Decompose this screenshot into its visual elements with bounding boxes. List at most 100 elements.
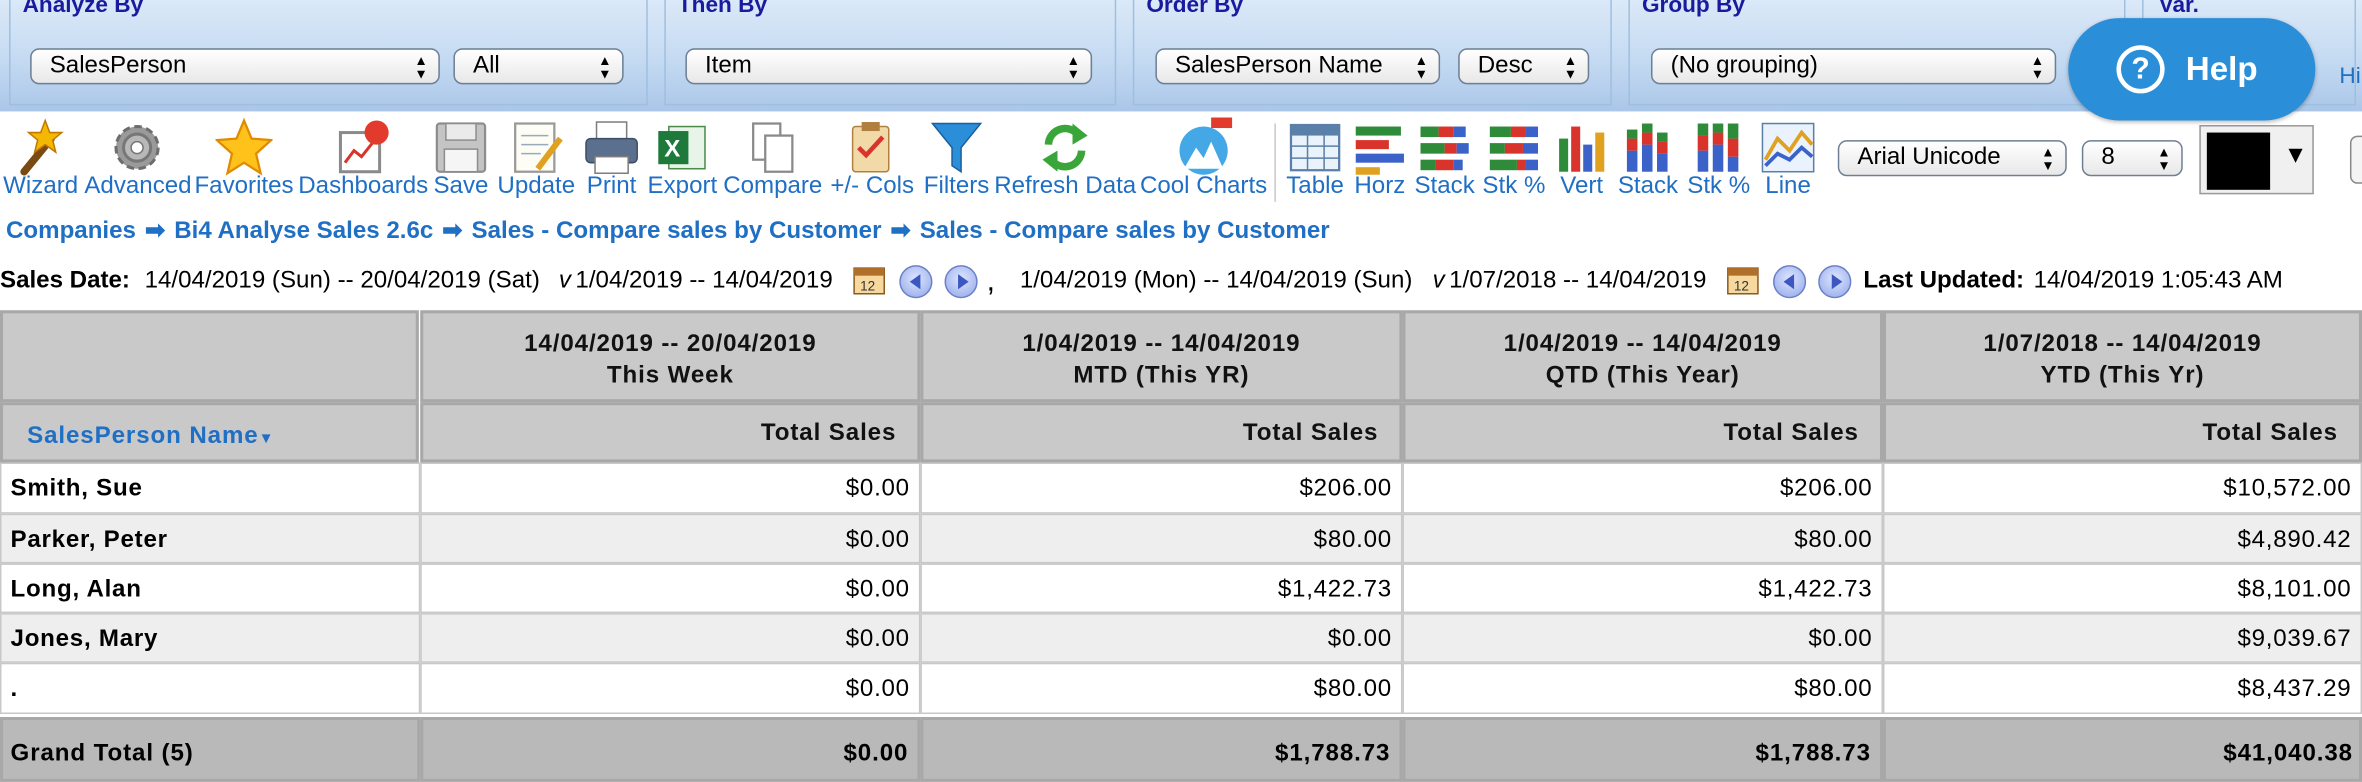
calendar-icon[interactable]: 12 [1726, 265, 1759, 295]
update-button[interactable]: Update [494, 111, 578, 207]
cool-charts-button[interactable]: Cool Charts [1139, 111, 1269, 207]
favorites-label: Favorites [194, 173, 294, 199]
export-button[interactable]: X Export [645, 111, 720, 207]
font-size-select[interactable]: 8 ▲ ▼ [2081, 140, 2183, 177]
table-label: Table [1286, 173, 1344, 199]
print-button[interactable]: Print [581, 111, 641, 207]
breadcrumb-item[interactable]: Bi4 Analyse Sales 2.6c [174, 218, 433, 244]
horz-chart-button[interactable]: Horz [1350, 111, 1410, 207]
breadcrumb-item[interactable]: Sales - Compare sales by Customer [920, 218, 1330, 244]
compare-button[interactable]: Compare [723, 111, 822, 207]
order-by-select[interactable]: SalesPerson Name ▲ ▼ [1155, 48, 1441, 85]
grand-total-cell: $1,788.73 [1402, 717, 1883, 782]
secondary-compare-range[interactable]: 1/07/2018 -- 14/04/2019 [1449, 268, 1706, 295]
versus-label: v [1432, 268, 1445, 294]
analyze-scope-select[interactable]: All ▲ ▼ [453, 48, 624, 85]
analyze-by-value: SalesPerson [49, 52, 187, 79]
filters-button[interactable]: Filters [922, 111, 991, 207]
stack-vert-button[interactable]: Stack [1615, 111, 1681, 207]
corner-header-cell [0, 310, 419, 403]
primary-date-range[interactable]: 14/04/2019 (Sun) -- 20/04/2019 (Sat) [145, 268, 540, 295]
salesperson-name-cell[interactable]: Jones, Mary [0, 613, 421, 663]
wizard-label: Wizard [3, 173, 79, 199]
order-by-value: SalesPerson Name [1174, 52, 1383, 79]
select-arrows-icon: ▲ ▼ [2041, 144, 2055, 174]
font-select[interactable]: Arial Unicode ▲ ▼ [1837, 140, 2067, 177]
analyze-scope-value: All [473, 52, 500, 79]
period-header-ytd: 1/07/2018 -- 14/04/2019 YTD (This Yr) [1882, 310, 2362, 403]
analyze-by-select[interactable]: SalesPerson ▲ ▼ [30, 48, 440, 85]
table-view-button[interactable]: Table [1283, 111, 1346, 207]
favorites-button[interactable]: Favorites [194, 111, 294, 207]
wizard-button[interactable]: Wizard [0, 111, 81, 207]
export-label: Export [647, 173, 718, 199]
hidden-options-link[interactable]: Hi [2339, 63, 2360, 89]
stack-pct-horz-button[interactable]: Stk % [1479, 111, 1548, 207]
next-period-icon[interactable] [1818, 265, 1852, 299]
period-header-qtd: 1/04/2019 -- 14/04/2019 QTD (This Year) [1402, 310, 1883, 403]
grand-total-cell: $41,040.38 [1882, 717, 2362, 782]
vert-label: Vert [1560, 173, 1604, 199]
then-by-title: Then By [677, 0, 768, 19]
floppy-icon [435, 122, 487, 173]
salesperson-name-cell[interactable]: . [0, 662, 421, 715]
total-sales-header[interactable]: Total Sales [420, 402, 921, 463]
next-period-icon[interactable] [944, 265, 978, 299]
stack-pct-vert-label: Stk % [1687, 173, 1751, 199]
previous-period-icon[interactable] [1773, 265, 1807, 299]
period-name: MTD (This YR) [1073, 363, 1250, 389]
group-by-select[interactable]: (No grouping) ▲ ▼ [1650, 48, 2057, 85]
dashboards-button[interactable]: Dashboards [298, 111, 428, 207]
sort-descending-icon: ▼ [258, 430, 275, 448]
advanced-button[interactable]: Advanced [84, 111, 192, 207]
line-chart-button[interactable]: Line [1756, 111, 1819, 207]
dashboard-icon [338, 120, 389, 174]
select-arrows-icon: ▲ ▼ [598, 52, 612, 82]
color-picker[interactable]: ▼ [2199, 125, 2314, 195]
stack-horz-button[interactable]: Stack [1413, 111, 1476, 207]
then-by-select[interactable]: Item ▲ ▼ [685, 48, 1093, 85]
order-direction-select[interactable]: Desc ▲ ▼ [1458, 48, 1590, 85]
total-sales-header[interactable]: Total Sales [920, 402, 1403, 463]
stack-pct-vert-button[interactable]: Stk % [1684, 111, 1753, 207]
salesperson-name-cell[interactable]: Smith, Sue [0, 462, 421, 514]
filter-bar: Analyze By SalesPerson ▲ ▼ All ▲ ▼ Then By… [0, 0, 2362, 112]
save-button[interactable]: Save [431, 111, 491, 207]
save-label: Save [433, 173, 489, 199]
breadcrumb-item[interactable]: Sales - Compare sales by Customer [472, 218, 882, 244]
total-sales-header[interactable]: Total Sales [1402, 402, 1883, 463]
font-value: Arial Unicode [1857, 144, 2001, 171]
breadcrumb-item[interactable]: Companies [6, 218, 136, 244]
vert-chart-button[interactable]: Vert [1552, 111, 1612, 207]
calendar-icon[interactable]: 12 [853, 265, 886, 295]
refresh-data-button[interactable]: Refresh Data [994, 111, 1136, 207]
compare-date-range[interactable]: 1/04/2019 -- 14/04/2019 [575, 268, 832, 295]
total-sales-header[interactable]: Total Sales [1882, 402, 2362, 463]
salesperson-name-cell[interactable]: Long, Alan [0, 563, 421, 614]
last-updated-label: Last Updated: [1863, 268, 2025, 294]
salesperson-name-cell[interactable]: Parker, Peter [0, 513, 421, 564]
refresh-data-label: Refresh Data [994, 173, 1137, 199]
select-arrows-icon: ▲ ▼ [1414, 52, 1429, 82]
total-sales-cell: $206.00 [920, 462, 1403, 514]
help-button[interactable]: ? Help [2068, 18, 2316, 121]
arrow-right-icon: ➡ [890, 218, 911, 245]
overflow-control[interactable] [2349, 135, 2362, 184]
total-sales-cell: $4,890.42 [1882, 513, 2362, 564]
total-sales-cell: $8,101.00 [1882, 563, 2362, 614]
date-separator: , [986, 265, 996, 299]
previous-period-icon[interactable] [899, 265, 933, 299]
cols-label: +/- Cols [830, 173, 915, 199]
print-label: Print [586, 173, 637, 199]
period-range: 1/04/2019 -- 14/04/2019 [1022, 331, 1301, 358]
cols-button[interactable]: +/- Cols [825, 111, 918, 207]
grand-total-cell: $0.00 [420, 717, 921, 782]
secondary-date-range[interactable]: 1/04/2019 (Mon) -- 14/04/2019 (Sun) [1020, 268, 1413, 295]
toolbar-separator [1274, 123, 1276, 202]
help-label: Help [2185, 49, 2258, 88]
period-header-this-week: 14/04/2019 -- 20/04/2019 This Week [420, 310, 921, 403]
total-sales-cell: $0.00 [420, 563, 921, 614]
salesperson-name-sort-header[interactable]: SalesPerson Name▼ [0, 402, 419, 463]
grand-total-label: Grand Total (5) [0, 717, 421, 782]
total-sales-cell: $0.00 [1402, 613, 1883, 663]
